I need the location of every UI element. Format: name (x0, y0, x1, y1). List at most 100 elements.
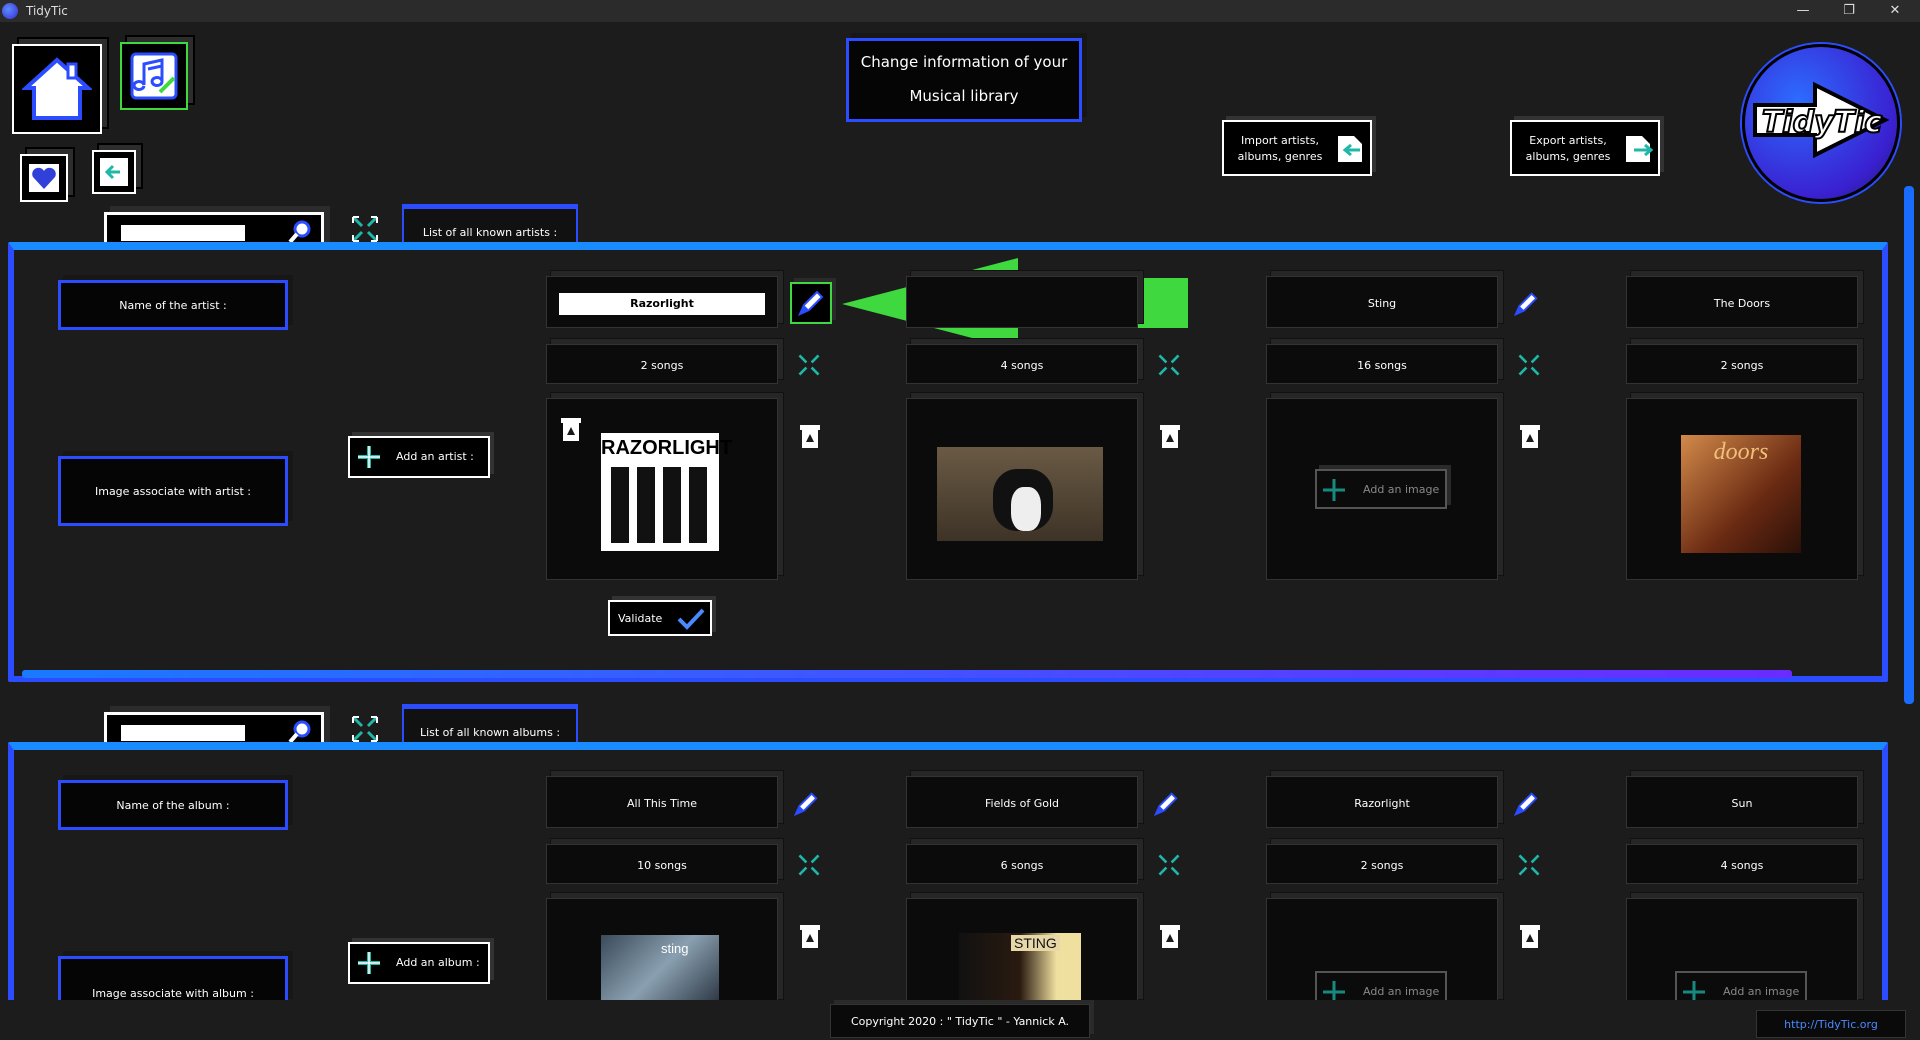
export-label-2: albums, genres (1525, 150, 1611, 163)
album-trash-icon-2[interactable] (1158, 922, 1182, 950)
artist-image-tile-2 (906, 398, 1138, 580)
album-image-tile-4: Add an image (1626, 898, 1858, 1005)
album-name-1: All This Time (626, 797, 698, 810)
add-image-button-artist-3[interactable]: Add an image (1315, 469, 1447, 509)
artist-search-input[interactable] (121, 225, 245, 241)
home-button[interactable] (12, 44, 102, 134)
artist-name-tile-2 (906, 276, 1138, 328)
album-songs-tile-1: 10 songs (546, 844, 778, 884)
album-image-1-text: sting (661, 941, 689, 956)
artist-songs-tile-4: 2 songs (1626, 344, 1858, 384)
album-image-label: Image associate with album : (92, 987, 254, 1000)
artist-image-tile-1: RAZORLIGHT (546, 398, 778, 580)
artists-horizontal-scrollbar[interactable] (22, 670, 1792, 678)
album-name-label: Name of the album : (116, 799, 230, 812)
export-icon (1626, 136, 1654, 162)
album-songs-tile-2: 6 songs (906, 844, 1138, 884)
expand-songs-icon-3[interactable] (1516, 352, 1542, 378)
heart-icon (29, 164, 59, 192)
album-trash-icon-3[interactable] (1518, 922, 1542, 950)
website-link[interactable]: http://TidyTic.org (1757, 1018, 1905, 1031)
import-button[interactable]: Import artists, albums, genres (1222, 120, 1372, 176)
edit-album-pencil-icon-2[interactable] (1152, 790, 1180, 818)
artist-songs-2: 4 songs (1000, 359, 1044, 372)
artist-image-tile-3: Add an image (1266, 398, 1498, 580)
vertical-scrollbar[interactable] (1904, 186, 1914, 704)
artist-image-4: doors (1681, 435, 1801, 553)
artist-name-tile-1: Razorlight (546, 276, 778, 328)
expand-album-songs-icon-3[interactable] (1516, 852, 1542, 878)
album-name-tile-2: Fields of Gold (906, 776, 1138, 828)
trash-icon-3[interactable] (1518, 422, 1542, 450)
album-name-tile-1: All This Time (546, 776, 778, 828)
export-button[interactable]: Export artists, albums, genres (1510, 120, 1660, 176)
add-image-label: Add an image (1723, 985, 1800, 998)
window-title: TidyTic (26, 4, 68, 18)
window-titlebar: TidyTic — ❐ ✕ (0, 0, 1920, 22)
favorites-button[interactable] (20, 154, 68, 202)
add-artist-button[interactable]: Add an artist : (348, 436, 490, 478)
edit-artist-button-1[interactable] (790, 282, 832, 324)
copyright-box: Copyright 2020 : " TidyTic " - Yannick A… (830, 1004, 1090, 1038)
album-name-tile-3: Razorlight (1266, 776, 1498, 828)
import-icon (1338, 136, 1362, 162)
album-image-2: STING (959, 933, 1081, 1005)
back-button[interactable] (92, 150, 136, 194)
add-image-label: Add an image (1363, 483, 1440, 496)
album-image-2-text: STING (1011, 935, 1060, 951)
artist-image-label: Image associate with artist : (94, 485, 251, 498)
restore-button[interactable]: ❐ (1826, 0, 1872, 22)
edit-album-pencil-icon-3[interactable] (1512, 790, 1540, 818)
album-songs-4: 4 songs (1720, 859, 1764, 872)
music-library-button[interactable] (120, 42, 188, 110)
album-name-4: Sun (1731, 797, 1753, 810)
artist-name-edit-input[interactable]: Razorlight (559, 293, 765, 315)
album-name-label-box: Name of the album : (58, 780, 288, 830)
artist-image-1: RAZORLIGHT (601, 433, 732, 551)
copyright-text: Copyright 2020 : " TidyTic " - Yannick A… (850, 1015, 1070, 1028)
album-name-2: Fields of Gold (984, 797, 1059, 810)
expand-icon[interactable] (350, 214, 380, 244)
album-image-tile-1: sting (546, 898, 778, 1005)
validate-label: Validate (618, 612, 663, 625)
album-image-tile-2: STING (906, 898, 1138, 1005)
import-label-2: albums, genres (1237, 150, 1323, 163)
artist-image-4-text: doors (1713, 439, 1769, 465)
app-icon (2, 3, 18, 19)
trash-icon-1[interactable] (798, 422, 822, 450)
edit-artist-pencil-icon-3[interactable] (1512, 290, 1540, 318)
artist-songs-1: 2 songs (640, 359, 684, 372)
add-album-label: Add an album : (396, 956, 480, 969)
add-album-button[interactable]: Add an album : (348, 942, 490, 984)
artist-name-label-box: Name of the artist : (58, 280, 288, 330)
expand-songs-icon-2[interactable] (1156, 352, 1182, 378)
expand-album-songs-icon-1[interactable] (796, 852, 822, 878)
album-name-tile-4: Sun (1626, 776, 1858, 828)
logo-text: TidyTic (1761, 104, 1883, 141)
album-trash-icon-1[interactable] (798, 922, 822, 950)
trash-icon[interactable] (559, 415, 583, 443)
album-songs-tile-3: 2 songs (1266, 844, 1498, 884)
tidytic-logo: TidyTic (1742, 44, 1900, 202)
plus-icon (358, 952, 380, 974)
album-search-input[interactable] (121, 725, 245, 741)
album-songs-2: 6 songs (1000, 859, 1044, 872)
expand-icon[interactable] (350, 714, 380, 744)
music-note-icon (130, 52, 178, 100)
website-link-box[interactable]: http://TidyTic.org (1756, 1010, 1906, 1038)
edit-album-pencil-icon-1[interactable] (792, 790, 820, 818)
artist-songs-tile-3: 16 songs (1266, 344, 1498, 384)
expand-album-songs-icon-2[interactable] (1156, 852, 1182, 878)
album-name-3: Razorlight (1354, 797, 1410, 810)
validate-button[interactable]: Validate (608, 600, 712, 636)
artists-tab-label: List of all known artists : (422, 226, 558, 239)
album-songs-1: 10 songs (637, 859, 687, 872)
artist-name-4: The Doors (1713, 297, 1771, 310)
artist-image-label-box: Image associate with artist : (58, 456, 288, 526)
close-button[interactable]: ✕ (1872, 0, 1918, 22)
expand-songs-icon-1[interactable] (796, 352, 822, 378)
trash-icon-2[interactable] (1158, 422, 1182, 450)
arrow-left-icon (100, 158, 128, 186)
minimize-button[interactable]: — (1780, 0, 1826, 22)
albums-tab-label: List of all known albums : (419, 726, 561, 739)
